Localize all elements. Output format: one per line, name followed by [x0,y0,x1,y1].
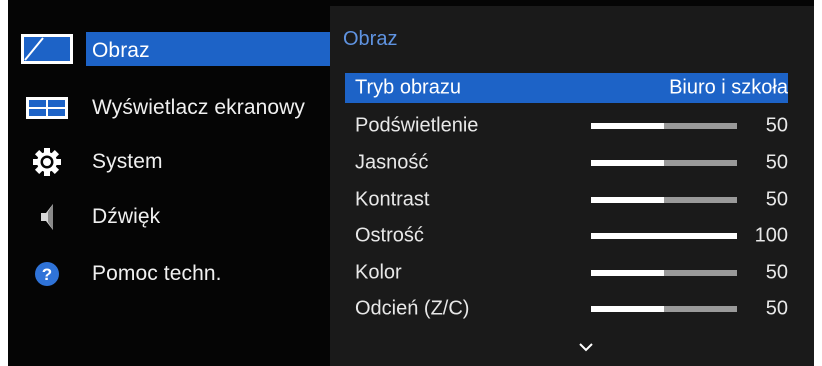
panel-title: Obraz [343,28,398,50]
menu-item-sound[interactable]: Dźwięk [8,197,330,237]
setting-value: 100 [754,224,788,247]
setting-value: 50 [765,188,788,211]
setting-row-sharpness[interactable]: Ostrość 100 [330,218,814,254]
setting-row-picture-mode[interactable]: Tryb obrazu Biuro i szkoła [330,73,814,109]
setting-label: Kontrast [355,188,430,211]
setting-label: Podświetlenie [355,114,479,137]
main-menu: Obraz Wyświetlacz ekranowy System Dźwięk… [8,0,330,366]
menu-item-picture[interactable]: Obraz [8,32,330,72]
setting-label: Tryb obrazu [355,76,461,99]
setting-value: Biuro i szkoła [669,76,788,99]
level-bar-fill [591,306,664,312]
level-bar[interactable] [591,123,737,129]
chevron-down-icon[interactable] [578,340,594,354]
level-bar-fill [591,233,737,239]
setting-label: Jasność [355,151,429,174]
level-bar-fill [591,270,664,276]
setting-value: 50 [765,114,788,137]
speaker-icon [20,201,74,233]
onscreen-display-icon [20,92,74,124]
gear-icon [20,146,74,178]
setting-row-backlight[interactable]: Podświetlenie 50 [330,108,814,144]
setting-label: Kolor [355,261,402,284]
setting-label: Odcień (Z/C) [355,297,470,320]
picture-settings-panel: Obraz Tryb obrazu Biuro i szkoła Podświe… [330,6,814,366]
level-bar[interactable] [591,197,737,203]
menu-item-label: Wyświetlacz ekranowy [92,96,306,119]
setting-value: 50 [765,261,788,284]
svg-text:?: ? [42,265,52,284]
setting-label: Ostrość [355,224,424,247]
level-bar-fill [591,123,664,129]
setting-row-brightness[interactable]: Jasność 50 [330,145,814,181]
menu-item-label: Obraz [92,39,150,62]
level-bar-fill [591,197,664,203]
setting-row-tint[interactable]: Odcień (Z/C) 50 [330,291,814,327]
level-bar[interactable] [591,270,737,276]
setting-value: 50 [765,297,788,320]
menu-item-label: Dźwięk [92,205,161,228]
menu-item-support[interactable]: ? Pomoc techn. [8,254,330,294]
setting-value: 50 [765,151,788,174]
menu-item-label: Pomoc techn. [92,262,222,285]
setting-row-color[interactable]: Kolor 50 [330,255,814,291]
level-bar[interactable] [591,160,737,166]
level-bar-fill [591,160,664,166]
picture-icon [20,33,74,65]
setting-row-contrast[interactable]: Kontrast 50 [330,182,814,218]
menu-item-label: System [92,150,163,173]
menu-item-system[interactable]: System [8,142,330,182]
level-bar[interactable] [591,233,737,239]
level-bar[interactable] [591,306,737,312]
question-icon: ? [20,258,74,290]
menu-item-onscreen-display[interactable]: Wyświetlacz ekranowy [8,88,330,128]
